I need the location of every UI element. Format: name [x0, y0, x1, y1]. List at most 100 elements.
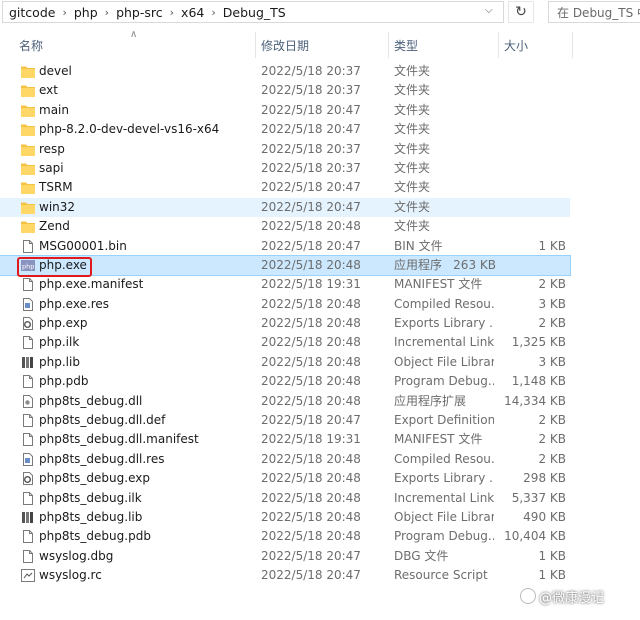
folder-row[interactable]: resp 2022/5/18 20:37 文件夹: [0, 140, 640, 159]
column-header-type[interactable]: 类型: [394, 37, 418, 54]
file-row[interactable]: php8ts_debug.dll.def 2022/5/18 20:47 Expor…: [0, 411, 640, 430]
file-name: TSRM: [39, 180, 73, 195]
file-modified: 2022/5/18 20:48: [261, 257, 361, 272]
file-size: 2 KB: [538, 277, 566, 292]
file-size: 490 KB: [523, 509, 566, 524]
file-modified: 2022/5/18 20:48: [261, 471, 361, 486]
file-modified: 2022/5/18 20:48: [261, 529, 361, 544]
file-modified: 2022/5/18 20:48: [261, 393, 361, 408]
file-row[interactable]: php.exe.res 2022/5/18 20:48 Compiled Resou…: [0, 295, 640, 314]
file-modified: 2022/5/18 20:37: [261, 141, 361, 156]
file-icon: [21, 414, 35, 428]
file-modified: 2022/5/18 20:47: [261, 413, 361, 428]
breadcrumb-debug-ts[interactable]: Debug_TS: [223, 5, 286, 20]
file-size: 5,337 KB: [511, 490, 566, 505]
file-modified: 2022/5/18 20:47: [261, 122, 361, 137]
file-size: 298 KB: [523, 471, 566, 486]
file-row[interactable]: php8ts_debug.dll.res 2022/5/18 20:48 Compi…: [0, 450, 640, 469]
column-divider[interactable]: [388, 32, 389, 58]
chevron-down-icon[interactable]: ⌵: [485, 5, 497, 19]
file-row[interactable]: php8ts_debug.dll.manifest 2022/5/18 19:31…: [0, 430, 640, 449]
file-name: main: [39, 102, 69, 117]
column-header-size[interactable]: 大小: [504, 37, 528, 54]
file-size: 1 KB: [538, 568, 566, 583]
file-name: Zend: [39, 219, 70, 234]
folder-row[interactable]: devel 2022/5/18 20:37 文件夹: [0, 62, 640, 81]
folder-row[interactable]: Zend 2022/5/18 20:48 文件夹: [0, 217, 640, 236]
file-name: php8ts_debug.ilk: [39, 490, 142, 505]
file-type: DBG 文件: [394, 548, 449, 563]
file-row[interactable]: wsyslog.rc 2022/5/18 20:47 Resource Script…: [0, 566, 640, 585]
file-size: 2 KB: [538, 316, 566, 331]
search-input[interactable]: 在 Debug_TS 中搜: [548, 1, 640, 23]
file-row[interactable]: php.lib 2022/5/18 20:48 Object File Librar…: [0, 353, 640, 372]
file-name: php.lib: [39, 354, 80, 369]
file-row[interactable]: php.exe.manifest 2022/5/18 19:31 MANIFEST …: [0, 275, 640, 294]
file-row[interactable]: php8ts_debug.pdb 2022/5/18 20:48 Program D…: [0, 527, 640, 546]
folder-icon: [21, 220, 35, 234]
file-row[interactable]: php8ts_debug.dll 2022/5/18 20:48 应用程序扩展 14,…: [0, 392, 640, 411]
refresh-button[interactable]: ↻: [508, 1, 534, 23]
file-type: Compiled Resou...: [394, 296, 494, 311]
column-header-name[interactable]: 名称: [19, 37, 43, 54]
file-name: ext: [39, 83, 58, 98]
file-type: 文件夹: [394, 160, 431, 175]
breadcrumb-php-src[interactable]: php-src: [116, 5, 163, 20]
file-icon: [21, 239, 35, 253]
file-row[interactable]: wsyslog.dbg 2022/5/18 20:47 DBG 文件 1 KB: [0, 547, 640, 566]
folder-row[interactable]: sapi 2022/5/18 20:37 文件夹: [0, 159, 640, 178]
chevron-right-icon[interactable]: ›: [62, 6, 66, 19]
file-type: MANIFEST 文件: [394, 432, 483, 447]
refresh-icon: ↻: [515, 4, 527, 20]
file-type: 文件夹: [394, 64, 431, 78]
file-icon: [21, 433, 35, 447]
file-row[interactable]: php.ilk 2022/5/18 20:48 Incremental Link..…: [0, 333, 640, 352]
file-name: win32: [39, 199, 76, 214]
chevron-right-icon[interactable]: ›: [211, 6, 215, 19]
folder-icon: [21, 65, 35, 78]
folder-row[interactable]: TSRM 2022/5/18 20:47 文件夹: [0, 178, 640, 197]
script-icon: [21, 569, 35, 583]
file-size: 263 KB: [453, 257, 496, 272]
file-type: Export Definition...: [394, 413, 494, 428]
file-name: php.exp: [39, 316, 88, 331]
file-type: Object File Library: [394, 509, 494, 524]
file-row[interactable]: php8ts_debug.exp 2022/5/18 20:48 Exports L…: [0, 469, 640, 488]
file-modified: 2022/5/18 20:48: [261, 296, 361, 311]
folder-row[interactable]: win32 2022/5/18 20:47 文件夹: [0, 197, 570, 218]
column-divider[interactable]: [572, 32, 573, 58]
file-type: 文件夹: [394, 102, 431, 117]
file-type: 文件夹: [394, 122, 431, 137]
file-row[interactable]: MSG00001.bin 2022/5/18 20:47 BIN 文件 1 KB: [0, 237, 640, 256]
column-divider[interactable]: [255, 32, 256, 58]
file-row[interactable]: php8ts_debug.lib 2022/5/18 20:48 Object Fi…: [0, 508, 640, 527]
chevron-right-icon[interactable]: ›: [170, 6, 174, 19]
file-row[interactable]: php8ts_debug.ilk 2022/5/18 20:48 Increment…: [0, 489, 640, 508]
file-name: devel: [39, 64, 72, 78]
folder-row[interactable]: php-8.2.0-dev-devel-vs16-x64 2022/5/18 20…: [0, 120, 640, 139]
file-modified: 2022/5/18 20:47: [261, 238, 361, 253]
file-type: 文件夹: [394, 141, 431, 156]
file-icon: [21, 530, 35, 544]
breadcrumb-x64[interactable]: x64: [181, 5, 204, 20]
column-divider[interactable]: [498, 32, 499, 58]
folder-icon: [21, 162, 35, 175]
breadcrumb-php[interactable]: php: [74, 5, 98, 20]
chevron-right-icon[interactable]: ›: [105, 6, 109, 19]
file-type: BIN 文件: [394, 238, 443, 253]
file-size: 10,404 KB: [504, 529, 566, 544]
folder-row[interactable]: ext 2022/5/18 20:37 文件夹: [0, 81, 640, 100]
breadcrumb-gitcode[interactable]: gitcode: [9, 5, 55, 20]
file-type: Incremental Link...: [394, 335, 494, 350]
file-name: php8ts_debug.dll.def: [39, 413, 166, 428]
sort-ascending-icon: ∧: [130, 29, 138, 40]
folder-row[interactable]: main 2022/5/18 20:47 文件夹: [0, 101, 640, 120]
column-header-modified[interactable]: 修改日期: [261, 37, 309, 54]
address-bar[interactable]: gitcode › php › php-src › x64 › Debug_TS…: [2, 1, 504, 23]
file-name: php8ts_debug.dll.manifest: [39, 432, 199, 447]
file-size: 1,325 KB: [511, 335, 566, 350]
file-row[interactable]: php.exp 2022/5/18 20:48 Exports Library ..…: [0, 314, 640, 333]
file-row[interactable]: php.pdb 2022/5/18 20:48 Program Debug... 1,…: [0, 372, 640, 391]
file-icon: [21, 278, 35, 292]
file-name: php8ts_debug.dll.res: [39, 451, 165, 466]
